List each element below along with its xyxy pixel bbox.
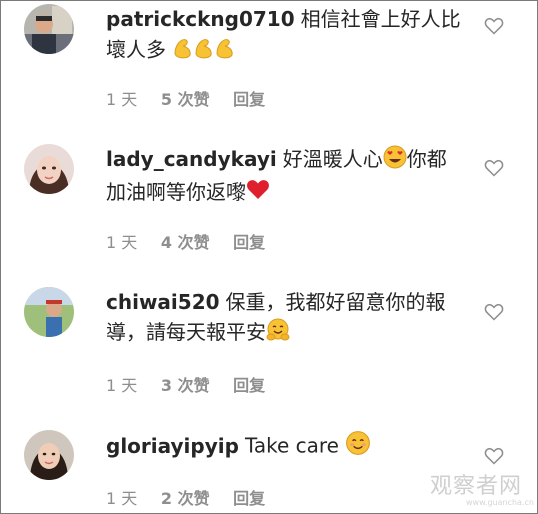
reply-button[interactable]: 回复 <box>233 90 265 109</box>
watermark-url: www.guancha.cn <box>466 498 534 507</box>
comment-meta: 1 天 4 次赞 回复 <box>106 229 283 253</box>
avatar[interactable] <box>24 144 74 194</box>
comment-meta: 1 天 2 次赞 回复 <box>106 485 283 509</box>
timestamp: 1 天 <box>106 376 138 395</box>
likes-count-button[interactable]: 3 次赞 <box>161 376 210 395</box>
reply-button[interactable]: 回复 <box>233 489 265 508</box>
comment-meta: 1 天 3 次赞 回复 <box>106 372 283 396</box>
hugging-face-emoji-icon <box>266 318 290 350</box>
comment-text: gloriayipyip Take care <box>106 430 466 464</box>
timestamp: 1 天 <box>106 489 138 508</box>
likes-count-button[interactable]: 4 次赞 <box>161 233 210 252</box>
username-link[interactable]: chiwai520 <box>106 290 220 314</box>
smiling-face-emoji-icon <box>345 430 371 464</box>
flexed-biceps-icon <box>172 34 236 68</box>
username-link[interactable]: lady_candykayi <box>106 147 277 171</box>
watermark-logo: 观察者网 <box>430 474 523 499</box>
likes-count-button[interactable]: 5 次赞 <box>161 90 210 109</box>
comment-meta: 1 天 5 次赞 回复 <box>106 86 283 110</box>
like-heart-icon[interactable] <box>484 16 504 36</box>
username-link[interactable]: gloriayipyip <box>106 434 239 458</box>
heart-eyes-emoji-icon <box>383 145 407 177</box>
likes-count-button[interactable]: 2 次赞 <box>161 489 210 508</box>
reply-button[interactable]: 回复 <box>233 233 265 252</box>
avatar[interactable] <box>24 4 74 54</box>
red-heart-icon <box>246 178 270 208</box>
timestamp: 1 天 <box>106 90 138 109</box>
comment-text: patrickckng0710 相信社會上好人比壞人多 <box>106 4 466 68</box>
avatar[interactable] <box>24 287 74 337</box>
reply-button[interactable]: 回复 <box>233 376 265 395</box>
username-link[interactable]: patrickckng0710 <box>106 7 295 31</box>
comment-text: chiwai520 保重，我都好留意你的報導，請每天報平安 <box>106 287 466 350</box>
comment-text: lady_candykayi 好溫暖人心 你都加油啊等你返嚟 <box>106 144 466 208</box>
like-heart-icon[interactable] <box>484 158 504 178</box>
avatar[interactable] <box>24 430 74 480</box>
like-heart-icon[interactable] <box>484 302 504 322</box>
like-heart-icon[interactable] <box>484 446 504 466</box>
timestamp: 1 天 <box>106 233 138 252</box>
